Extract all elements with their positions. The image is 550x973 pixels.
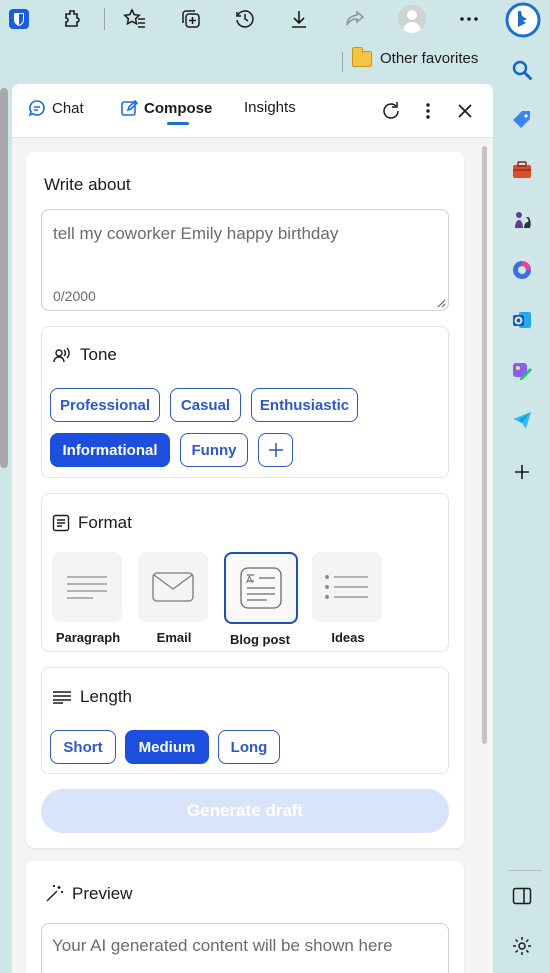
- sidebar-separator: [508, 870, 542, 871]
- format-icon: [52, 514, 70, 532]
- outlook-icon[interactable]: [510, 308, 534, 332]
- format-option-ideas[interactable]: Ideas: [312, 552, 384, 645]
- format-ideas-label: Ideas: [331, 630, 365, 645]
- tone-chip-funny[interactable]: Funny: [180, 433, 248, 467]
- send-telegram-icon[interactable]: [510, 408, 534, 432]
- favorites-star-icon[interactable]: [120, 4, 150, 34]
- profile-avatar[interactable]: [397, 4, 427, 34]
- active-tab-indicator: [167, 122, 189, 125]
- add-tone-button[interactable]: [258, 433, 293, 467]
- chat-bubble-icon: [28, 100, 45, 117]
- favorites-bar: Other favorites: [0, 44, 500, 80]
- tone-section: Tone Professional Casual Enthusiastic In…: [41, 326, 449, 478]
- tab-compose-label: Compose: [144, 99, 213, 117]
- games-chess-icon[interactable]: [510, 208, 534, 232]
- other-favorites-folder[interactable]: Other favorites: [351, 46, 479, 67]
- browser-toolbar: [0, 0, 550, 40]
- hide-sidebar-icon[interactable]: [510, 884, 534, 908]
- format-section: Format Paragraph Email A Blog post Ideas: [41, 493, 449, 652]
- compose-card: Write about tell my coworker Emily happy…: [26, 152, 464, 848]
- microsoft-365-icon[interactable]: [510, 258, 534, 282]
- bing-copilot-icon[interactable]: [504, 2, 542, 38]
- preview-title: Preview: [44, 884, 132, 904]
- length-section: Length Short Medium Long: [41, 667, 449, 774]
- close-icon[interactable]: [452, 98, 478, 124]
- blog-post-icon: A: [224, 552, 298, 624]
- tone-chip-informational[interactable]: Informational: [50, 433, 170, 467]
- collections-icon[interactable]: [176, 4, 206, 34]
- tab-insights-label: Insights: [244, 99, 296, 116]
- toolbar-separator: [104, 8, 105, 30]
- preview-title-label: Preview: [72, 884, 133, 903]
- format-option-blog-post[interactable]: A Blog post: [224, 552, 298, 647]
- more-options-icon[interactable]: [454, 4, 484, 34]
- length-title-label: Length: [80, 687, 132, 706]
- preview-output: Your AI generated content will be shown …: [41, 923, 449, 973]
- format-paragraph-label: Paragraph: [55, 630, 121, 645]
- panel-header: Chat Compose Insights: [12, 84, 493, 138]
- history-icon[interactable]: [230, 4, 260, 34]
- svg-text:A: A: [246, 575, 253, 586]
- page-scrollbar[interactable]: [0, 88, 8, 468]
- generate-draft-button[interactable]: Generate draft: [41, 789, 449, 833]
- length-chip-medium[interactable]: Medium: [125, 730, 209, 764]
- search-icon[interactable]: [510, 58, 534, 82]
- format-option-paragraph[interactable]: Paragraph: [52, 552, 124, 645]
- tab-insights[interactable]: Insights: [244, 99, 296, 116]
- refresh-icon[interactable]: [378, 98, 404, 124]
- tab-chat[interactable]: Chat: [28, 99, 84, 117]
- folder-icon: [351, 46, 372, 67]
- length-title: Length: [52, 687, 132, 707]
- tab-compose[interactable]: Compose: [120, 99, 212, 117]
- panel-more-options-icon[interactable]: [415, 98, 441, 124]
- format-title-label: Format: [78, 513, 132, 532]
- write-about-input[interactable]: tell my coworker Emily happy birthday 0/…: [41, 209, 449, 311]
- length-chip-long[interactable]: Long: [218, 730, 280, 764]
- edge-sidebar: [500, 40, 550, 973]
- format-blog-post-label: Blog post: [230, 632, 290, 647]
- bitwarden-extension-icon[interactable]: [4, 4, 34, 34]
- settings-gear-icon[interactable]: [510, 934, 534, 958]
- tone-chip-casual[interactable]: Casual: [170, 388, 241, 422]
- favorites-separator: [342, 52, 343, 72]
- write-about-placeholder: tell my coworker Emily happy birthday: [53, 224, 339, 243]
- tab-chat-label: Chat: [52, 99, 84, 117]
- share-icon[interactable]: [340, 4, 370, 34]
- tone-voice-icon: [53, 347, 70, 363]
- compose-pencil-icon: [121, 99, 138, 116]
- email-envelope-icon: [138, 552, 208, 622]
- ideas-list-icon: [312, 552, 382, 622]
- format-email-label: Email: [156, 630, 192, 645]
- panel-scrollbar[interactable]: [482, 146, 487, 744]
- tone-chip-professional[interactable]: Professional: [50, 388, 160, 422]
- extensions-icon[interactable]: [58, 4, 88, 34]
- paragraph-icon: [52, 552, 122, 622]
- resize-handle-icon[interactable]: [436, 298, 446, 308]
- designer-icon[interactable]: [510, 358, 534, 382]
- tone-chip-enthusiastic[interactable]: Enthusiastic: [251, 388, 358, 422]
- magic-wand-icon: [46, 885, 63, 902]
- add-sidebar-app-icon[interactable]: [510, 460, 534, 484]
- preview-placeholder: Your AI generated content will be shown …: [52, 936, 393, 955]
- tone-title: Tone: [52, 345, 117, 365]
- format-title: Format: [52, 513, 132, 533]
- length-lines-icon: [53, 691, 71, 704]
- downloads-icon[interactable]: [284, 4, 314, 34]
- copilot-panel: Chat Compose Insights Write about tell m…: [12, 84, 493, 973]
- length-chip-short[interactable]: Short: [50, 730, 116, 764]
- tone-title-label: Tone: [80, 345, 117, 364]
- write-about-label: Write about: [44, 175, 131, 194]
- preview-card: Preview Your AI generated content will b…: [26, 861, 464, 973]
- other-favorites-label: Other favorites: [380, 50, 479, 67]
- shopping-tag-icon[interactable]: [510, 108, 534, 132]
- tools-briefcase-icon[interactable]: [510, 158, 534, 182]
- character-counter: 0/2000: [53, 288, 96, 304]
- format-option-email[interactable]: Email: [138, 552, 210, 645]
- plus-icon: [268, 443, 283, 457]
